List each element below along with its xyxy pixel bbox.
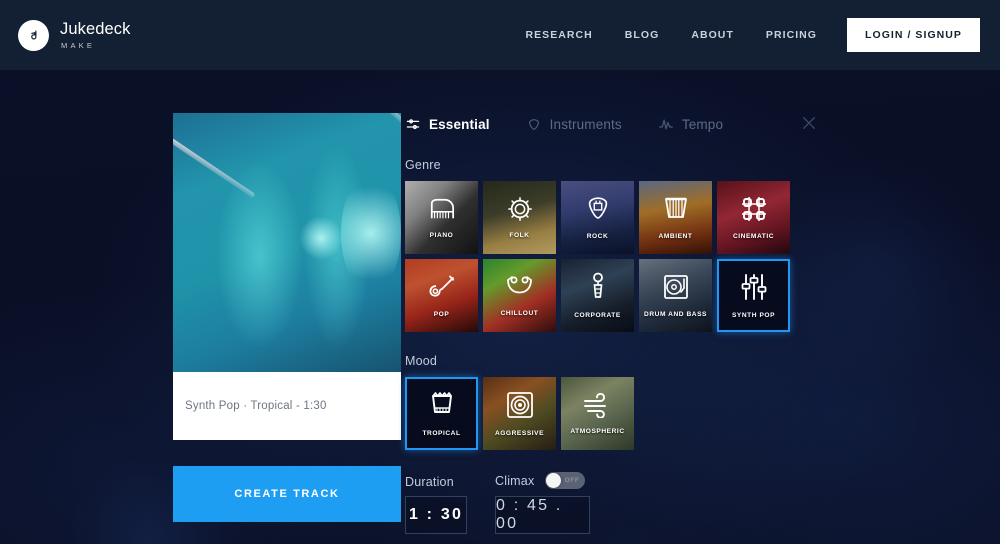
genre-tile-label: ROCK	[586, 232, 609, 240]
genre-tile-rock[interactable]: ROCK	[561, 181, 634, 254]
genre-tile-corporate[interactable]: CORPORATE	[561, 259, 634, 332]
brand-logo[interactable]: Jukedeck MAKE	[18, 19, 131, 51]
waveform-icon	[658, 117, 674, 132]
bongo-drum-icon	[428, 390, 456, 425]
banjo-icon	[506, 196, 534, 227]
track-preview-card: Synth Pop · Tropical - 1:30	[173, 113, 401, 440]
hammock-icon	[505, 274, 535, 305]
genre-tile-drum-and-bass[interactable]: DRUM AND BASS	[639, 259, 712, 332]
light-beam	[173, 135, 256, 199]
genre-tile-label: DRUM AND BASS	[644, 310, 707, 318]
guitar-pick-icon	[526, 117, 542, 132]
genre-tile-synth-pop[interactable]: SYNTH POP	[717, 259, 790, 332]
sliders-icon	[405, 117, 421, 132]
nav-pricing[interactable]: PRICING	[750, 21, 833, 49]
genre-tile-label: CORPORATE	[574, 311, 621, 319]
microphone-icon	[588, 272, 608, 307]
genre-tile-label: SYNTH POP	[731, 311, 776, 319]
speaker-icon	[505, 390, 535, 425]
turntable-icon	[662, 273, 690, 306]
tab-instruments[interactable]: Instruments	[526, 113, 622, 136]
app-root: Jukedeck MAKE RESEARCH BLOG ABOUT PRICIN…	[0, 0, 1000, 544]
tab-essential-label: Essential	[429, 117, 490, 132]
track-caption: Synth Pop · Tropical - 1:30	[173, 372, 401, 440]
nav-blog[interactable]: BLOG	[609, 21, 676, 49]
climax-toggle[interactable]: OFF	[545, 472, 586, 489]
grand-piano-icon	[427, 196, 457, 227]
stage-lights-photo	[173, 113, 401, 372]
harp-icon	[663, 195, 689, 228]
faders-icon	[739, 272, 769, 307]
genre-tile-label: POP	[433, 310, 450, 318]
create-track-button[interactable]: CREATE TRACK	[173, 466, 401, 522]
wind-icon	[582, 392, 614, 423]
mood-row: TROPICAL AGGRESSIVE ATMOSPHERIC	[400, 377, 1000, 450]
light-glow	[341, 173, 401, 293]
climax-toggle-state: OFF	[564, 477, 580, 484]
duration-input[interactable]: 1 : 30	[405, 496, 467, 534]
climax-header: Climax OFF	[495, 472, 590, 489]
mood-tile-aggressive[interactable]: AGGRESSIVE	[483, 377, 556, 450]
nav-about[interactable]: ABOUT	[675, 21, 750, 49]
climax-control: Climax OFF 0 : 45 . 00	[495, 472, 590, 534]
body-area: Synth Pop · Tropical - 1:30 CREATE TRACK	[0, 70, 1000, 544]
genre-tile-piano[interactable]: PIANO	[405, 181, 478, 254]
tab-tempo-label: Tempo	[681, 117, 724, 132]
site-header: Jukedeck MAKE RESEARCH BLOG ABOUT PRICIN…	[0, 0, 1000, 70]
duration-climax-row: Duration 1 : 30 Climax OFF 0 : 45 . 00	[400, 472, 1000, 534]
mood-tile-atmospheric[interactable]: ATMOSPHERIC	[561, 377, 634, 450]
login-signup-button[interactable]: LOGIN / SIGNUP	[847, 18, 980, 52]
tab-essential[interactable]: Essential	[405, 113, 490, 136]
mood-section-title: Mood	[405, 354, 438, 368]
brand-name: Jukedeck	[60, 19, 131, 38]
music-note-icon	[18, 19, 49, 51]
mood-tile-tropical[interactable]: TROPICAL	[405, 377, 478, 450]
light-beam	[345, 113, 401, 126]
genre-tile-label: PIANO	[429, 231, 454, 239]
genre-tile-label: AMBIENT	[658, 232, 693, 240]
tab-instruments-label: Instruments	[549, 117, 622, 132]
mood-tile-label: ATMOSPHERIC	[570, 427, 625, 435]
guitar-pick-amp-icon	[585, 195, 611, 228]
duration-label: Duration	[405, 475, 454, 489]
track-caption-text: Synth Pop · Tropical - 1:30	[185, 400, 327, 412]
mood-tile-label: AGGRESSIVE	[494, 429, 545, 437]
genre-tile-chillout[interactable]: CHILLOUT	[483, 259, 556, 332]
climax-time-input[interactable]: 0 : 45 . 00	[495, 496, 590, 534]
genre-tile-label: FOLK	[509, 231, 530, 239]
genre-tile-label: CHILLOUT	[500, 309, 539, 317]
climax-label: Climax	[495, 473, 535, 488]
light-glow	[299, 216, 343, 260]
main-nav: RESEARCH BLOG ABOUT PRICING LOGIN / SIGN…	[509, 18, 980, 52]
brand-subtitle: MAKE	[61, 41, 96, 50]
tab-tempo[interactable]: Tempo	[658, 113, 723, 136]
genre-tile-folk[interactable]: FOLK	[483, 181, 556, 254]
panel-tabs: Essential Instruments Tempo	[400, 113, 1000, 136]
nav-research[interactable]: RESEARCH	[509, 21, 608, 49]
genre-tile-cinematic[interactable]: CINEMATIC	[717, 181, 790, 254]
duration-header: Duration	[405, 475, 467, 489]
brand-text: Jukedeck MAKE	[60, 19, 131, 50]
duration-control: Duration 1 : 30	[405, 475, 467, 534]
genre-tile-pop[interactable]: POP	[405, 259, 478, 332]
mood-tile-label: TROPICAL	[422, 429, 461, 437]
genre-row-1: PIANO FOLK ROCK AMBIENT CINEMATIC	[400, 181, 1000, 254]
genre-tile-label: CINEMATIC	[732, 232, 775, 240]
options-panel: Essential Instruments Tempo Genre PIANO …	[400, 70, 1000, 544]
film-grid-icon	[740, 195, 768, 228]
electric-guitar-icon	[427, 273, 457, 306]
genre-section-title: Genre	[405, 158, 441, 172]
genre-row-2: POP CHILLOUT CORPORATE DRUM AND BASS SYN…	[400, 259, 1000, 332]
genre-tile-ambient[interactable]: AMBIENT	[639, 181, 712, 254]
toggle-knob	[546, 473, 562, 488]
preview-column: Synth Pop · Tropical - 1:30 CREATE TRACK	[0, 70, 401, 544]
close-icon[interactable]	[800, 114, 818, 132]
